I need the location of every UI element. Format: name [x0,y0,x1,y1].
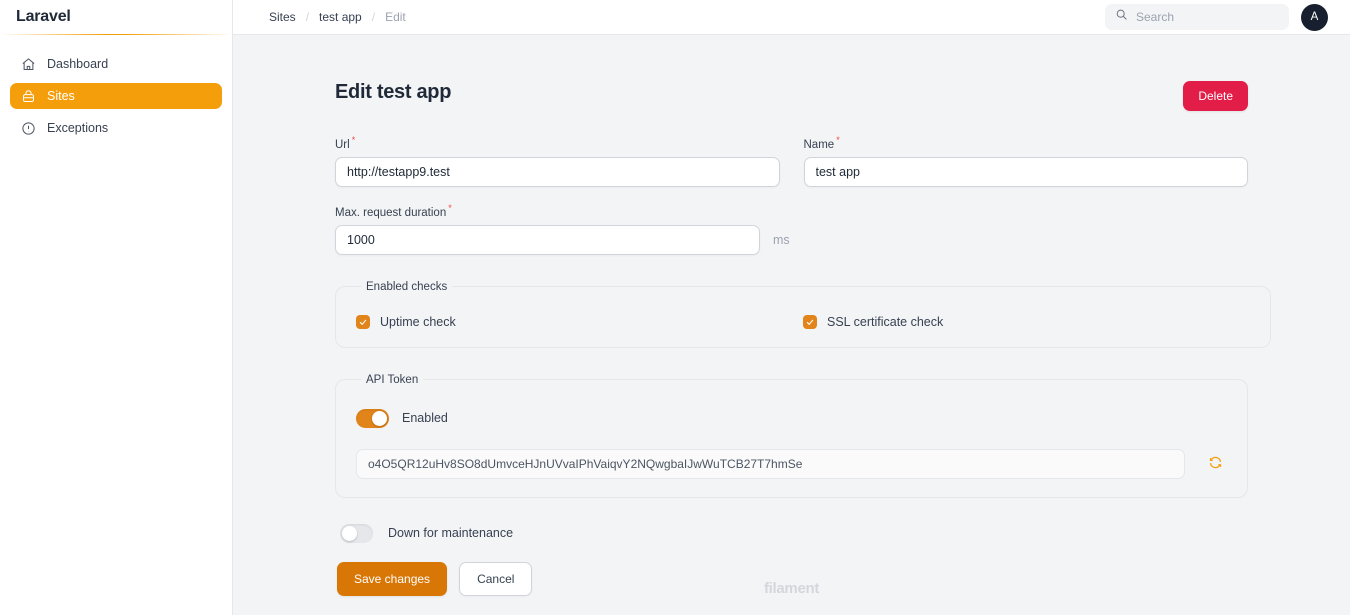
sidebar-item-exceptions[interactable]: Exceptions [10,115,222,141]
breadcrumb-item-sites[interactable]: Sites [269,10,296,24]
api-token-row [356,448,1227,479]
url-label-text: Url [335,138,350,151]
topbar: Sites / test app / Edit A [233,0,1350,35]
breadcrumb-item-test-app[interactable]: test app [319,10,362,24]
url-input[interactable] [335,156,780,187]
sidebar: Laravel Dashboard Sites Exceptions [0,0,233,615]
name-label-text: Name [803,138,835,151]
sidebar-header: Laravel [0,0,232,34]
required-marker: * [836,135,840,145]
sidebar-item-sites[interactable]: Sites [10,83,222,109]
breadcrumb-separator: / [305,10,310,24]
sidebar-item-dashboard[interactable]: Dashboard [10,51,222,77]
sidebar-item-label: Dashboard [47,57,109,71]
checkbox-checked-icon[interactable] [356,314,370,329]
maintenance-toggle[interactable] [340,523,373,543]
app-root: Laravel Dashboard Sites Exceptions Sites… [0,0,1350,615]
refresh-icon [1208,455,1223,473]
enabled-checks-legend: Enabled checks [366,280,448,293]
required-marker: * [351,135,356,145]
sidebar-item-label: Sites [47,89,75,103]
brand-logo[interactable]: Laravel [16,8,71,26]
form-row-url-name: Url* Name* [335,135,1248,187]
enabled-checks-list: Uptime check SSL certificate check [356,307,1250,329]
ssl-certificate-check-item[interactable]: SSL certificate check [803,314,1250,329]
avatar-initial: A [1310,11,1319,23]
sidebar-item-label: Exceptions [47,121,109,135]
max-request-duration-label-text: Max. request duration [335,206,447,219]
content-scroll: Edit test app Delete Url* N [233,35,1350,615]
toggle-knob [372,410,387,426]
uptime-check-label: Uptime check [380,314,456,329]
server-icon [20,88,36,104]
topbar-right: A [1105,3,1328,31]
search-input[interactable] [1136,10,1279,24]
edit-form: Url* Name* [335,135,1271,596]
search-box[interactable] [1105,4,1289,30]
api-token-legend: API Token [366,373,419,386]
search-icon [1115,8,1128,26]
name-field-group: Name * [803,135,1249,187]
maintenance-row: Down for maintenance [335,523,1248,543]
max-request-duration-label: Max. request duration * [335,203,760,219]
api-token-enabled-row: Enabled [356,400,1227,428]
maintenance-label: Down for maintenance [388,526,514,541]
breadcrumb-item-edit: Edit [385,10,406,24]
api-token-toggle[interactable] [356,408,389,428]
name-input[interactable] [803,156,1248,187]
uptime-check-item[interactable]: Uptime check [356,314,803,329]
ssl-certificate-check-label: SSL certificate check [827,314,944,329]
filament-footer-brand: filament [763,580,820,597]
sidebar-nav: Dashboard Sites Exceptions [0,35,232,141]
regenerate-token-button[interactable] [1203,452,1227,476]
api-token-fieldset: API Token Enabled [335,373,1248,498]
page-header: Edit test app Delete [335,81,1248,111]
breadcrumb: Sites / test app / Edit [269,10,406,24]
page-title: Edit test app [335,81,452,103]
edit-page: Edit test app Delete Url* N [335,35,1271,596]
required-marker: * [448,202,452,213]
checkbox-checked-icon[interactable] [803,314,817,329]
max-request-duration-input[interactable] [335,224,760,255]
avatar[interactable]: A [1301,3,1328,31]
home-icon [20,56,36,72]
max-request-duration-group: Max. request duration * [335,203,760,255]
enabled-checks-fieldset: Enabled checks Uptime check SSL certific… [335,280,1271,348]
duration-unit-suffix: ms [773,232,790,247]
api-token-toggle-label: Enabled [402,411,448,426]
main-area: Sites / test app / Edit A [233,0,1350,615]
name-label: Name * [804,135,1249,151]
breadcrumb-separator: / [371,10,376,24]
api-token-input[interactable] [356,448,1185,479]
exclamation-circle-icon [20,120,36,136]
form-row-duration: Max. request duration* ms [335,203,1248,255]
toggle-knob [342,525,357,541]
delete-button[interactable]: Delete [1183,81,1248,111]
url-field-group: Url * [335,135,780,187]
url-label: Url * [335,135,780,151]
